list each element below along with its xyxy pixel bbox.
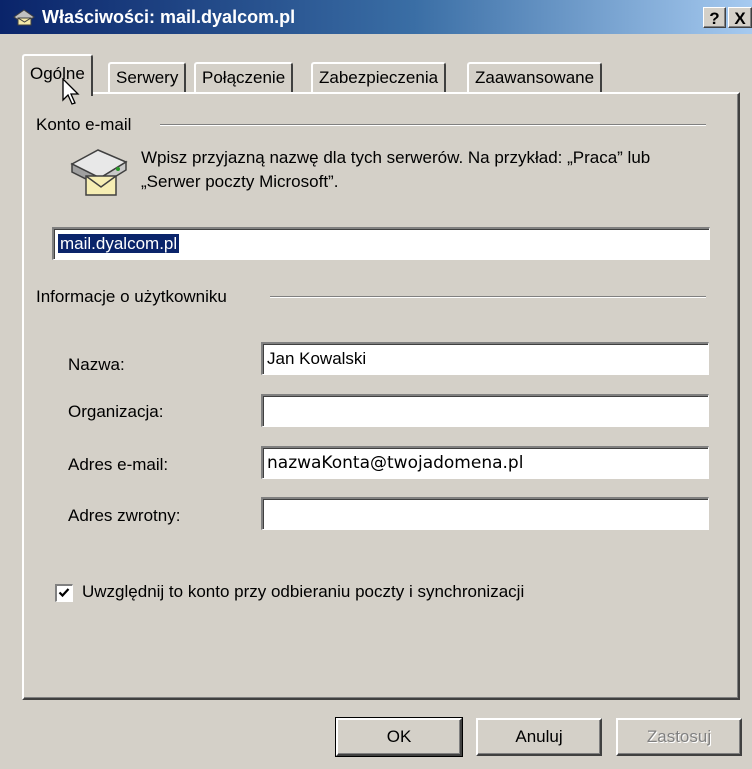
mail-properties-icon bbox=[13, 9, 35, 26]
tab-security[interactable]: Zabezpieczenia bbox=[311, 62, 447, 94]
mail-server-icon bbox=[70, 149, 128, 196]
window-title: Właściwości: mail.dyalcom.pl bbox=[42, 7, 296, 27]
email-input[interactable]: nazwaKonta@twojadomena.pl bbox=[261, 446, 709, 479]
account-group-label: Konto e-mail bbox=[36, 115, 140, 135]
include-account-label[interactable]: Uwzględnij to konto przy odbieraniu pocz… bbox=[82, 582, 524, 602]
account-description-line1: Wpisz przyjazną nazwę dla tych serwerów.… bbox=[141, 148, 651, 167]
include-account-checkbox[interactable] bbox=[55, 584, 73, 602]
name-input[interactable]: Jan Kowalski bbox=[261, 342, 709, 375]
account-description-line2: „Serwer poczty Microsoft”. bbox=[141, 172, 339, 191]
name-label: Nazwa: bbox=[68, 355, 125, 374]
email-label: Adres e-mail: bbox=[68, 455, 169, 474]
account-name-input[interactable]: mail.dyalcom.pl bbox=[52, 227, 710, 260]
mouse-cursor-icon bbox=[62, 78, 80, 105]
tab-servers[interactable]: Serwery bbox=[108, 62, 187, 94]
ok-button[interactable]: OK bbox=[335, 717, 463, 757]
user-group-label: Informacje o użytkowniku bbox=[36, 287, 235, 307]
account-group-divider bbox=[160, 124, 706, 126]
organization-label: Organizacja: bbox=[68, 402, 164, 421]
checkmark-icon bbox=[58, 588, 70, 598]
title-bar[interactable]: Właściwości: mail.dyalcom.pl ? X bbox=[0, 0, 752, 34]
reply-address-label: Adres zwrotny: bbox=[68, 506, 181, 525]
help-button[interactable]: ? bbox=[703, 7, 726, 28]
organization-input[interactable] bbox=[261, 394, 709, 427]
cancel-button[interactable]: Anuluj bbox=[476, 718, 602, 756]
account-name-value: mail.dyalcom.pl bbox=[58, 234, 180, 253]
tab-advanced[interactable]: Zaawansowane bbox=[467, 62, 603, 94]
apply-button[interactable]: Zastosuj bbox=[616, 718, 742, 756]
account-description: Wpisz przyjazną nazwę dla tych serwerów.… bbox=[141, 146, 731, 194]
tab-connection[interactable]: Połączenie bbox=[194, 62, 294, 94]
reply-address-input[interactable] bbox=[261, 497, 709, 530]
close-button[interactable]: X bbox=[728, 7, 752, 28]
user-group-divider bbox=[270, 296, 706, 298]
